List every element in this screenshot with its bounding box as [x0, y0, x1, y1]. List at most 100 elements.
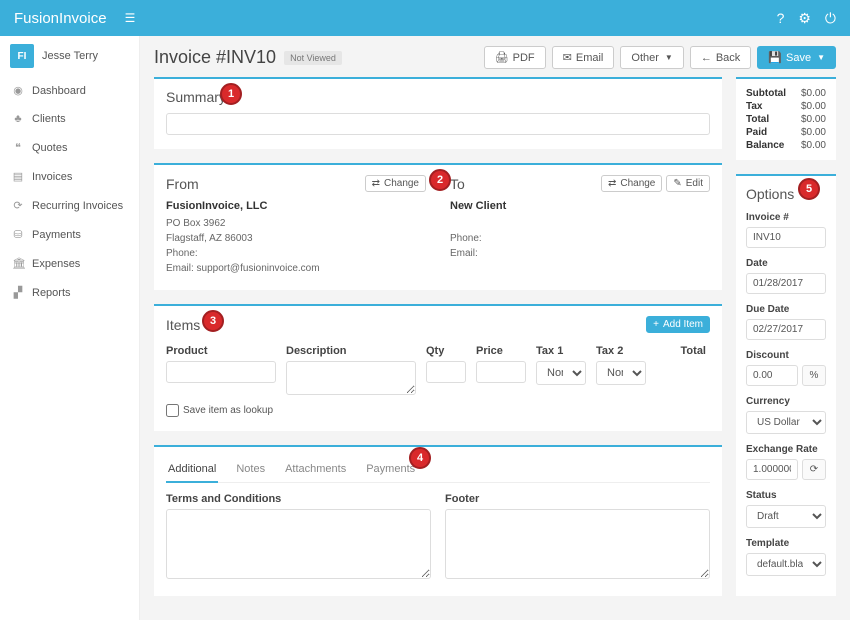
user-block: FI Jesse Terry [0, 36, 139, 76]
summary-title: Summary [166, 89, 226, 105]
sidebar-item[interactable]: ▞ Reports [0, 278, 139, 307]
sidebar-item[interactable]: 🏛 Expenses [0, 249, 139, 278]
plus-icon: + [653, 319, 659, 330]
save-button[interactable]: 💾Save▼ [757, 46, 836, 69]
col-product: Product [166, 345, 276, 357]
percent-label: % [802, 365, 826, 386]
to-edit-button[interactable]: ✎ Edit [666, 175, 710, 192]
currency-select[interactable]: US Dollar [746, 411, 826, 434]
nav-label: Recurring Invoices [32, 200, 123, 212]
nav-label: Reports [32, 287, 71, 299]
tab-payments[interactable]: Payments [364, 457, 417, 482]
nav-icon: ❝ [12, 141, 24, 154]
date-input[interactable] [746, 273, 826, 294]
power-icon[interactable]: ⏻ [825, 10, 836, 27]
from-line2: Flagstaff, AZ 86003 [166, 231, 426, 246]
to-email: Email: [450, 246, 710, 261]
other-button[interactable]: Other▼ [620, 46, 683, 69]
save-lookup-checkbox[interactable] [166, 404, 179, 417]
print-icon: 🖨 [495, 51, 509, 64]
from-line1: PO Box 3962 [166, 216, 426, 231]
from-phone: Phone: [166, 246, 426, 261]
gear-icon[interactable]: ⚙ [798, 10, 811, 27]
nav-label: Invoices [32, 171, 72, 183]
chevron-down-icon: ▼ [665, 53, 673, 62]
tab-notes[interactable]: Notes [234, 457, 267, 482]
tab-attachments[interactable]: Attachments [283, 457, 348, 482]
nav-label: Dashboard [32, 85, 86, 97]
discount-input[interactable] [746, 365, 798, 386]
col-tax1: Tax 1 [536, 345, 586, 357]
summary-input[interactable] [166, 113, 710, 135]
menu-toggle-icon[interactable]: ☰ [125, 11, 136, 25]
sidebar: FI Jesse Terry ◉Dashboard♣Clients ❝ Quotes… [0, 36, 140, 620]
col-total: Total [656, 345, 706, 357]
avatar: FI [10, 44, 34, 68]
fromto-panel: From ⇄ Change FusionInvoice, LLC PO Box … [154, 163, 722, 290]
item-tax2-select[interactable]: None [596, 361, 646, 385]
from-change-button[interactable]: ⇄ Change [365, 175, 426, 192]
nav-icon: ⛁ [12, 228, 24, 241]
sidebar-item[interactable]: ▤ Invoices [0, 162, 139, 191]
sidebar-item[interactable]: ❝ Quotes [0, 133, 139, 162]
sidebar-item[interactable]: ◉Dashboard [0, 76, 139, 105]
items-panel: Items + Add Item Product Description Qty… [154, 304, 722, 431]
terms-input[interactable] [166, 509, 431, 579]
invoice-no-input[interactable] [746, 227, 826, 248]
from-email: Email: support@fusioninvoice.com [166, 261, 426, 276]
help-icon[interactable]: ? [777, 10, 785, 27]
nav-icon: ♣ [12, 113, 24, 125]
footer-label: Footer [445, 493, 710, 505]
mail-icon: ✉ [563, 51, 572, 64]
item-tax1-select[interactable]: None [536, 361, 586, 385]
page-title: Invoice #INV10 [154, 47, 276, 68]
footer-input[interactable] [445, 509, 710, 579]
email-button[interactable]: ✉Email [552, 46, 615, 69]
nav-icon: ⟳ [12, 199, 24, 212]
from-name: FusionInvoice, LLC [166, 200, 426, 212]
sidebar-item[interactable]: ♣Clients [0, 105, 139, 133]
brand: FusionInvoice [14, 10, 107, 27]
pdf-button[interactable]: 🖨PDF [484, 46, 546, 69]
terms-label: Terms and Conditions [166, 493, 431, 505]
chevron-down-icon: ▼ [817, 53, 825, 62]
save-icon: 💾 [768, 51, 782, 64]
item-desc-input[interactable] [286, 361, 416, 395]
exchange-icon: ⇄ [608, 178, 616, 189]
rate-input[interactable] [746, 459, 798, 480]
status-badge: Not Viewed [284, 51, 342, 65]
tabs-panel: Additional Notes Attachments Payments Te… [154, 445, 722, 596]
to-phone: Phone: [450, 231, 710, 246]
sidebar-item[interactable]: ⟳ Recurring Invoices [0, 191, 139, 220]
save-lookup-label: Save item as lookup [183, 405, 273, 416]
topbar: FusionInvoice ☰ ? ⚙ ⏻ [0, 0, 850, 36]
refresh-icon[interactable]: ⟳ [802, 459, 826, 480]
nav-icon: ▞ [12, 286, 24, 299]
col-qty: Qty [426, 345, 466, 357]
options-title: Options [746, 186, 794, 202]
user-name: Jesse Terry [42, 50, 98, 62]
nav-label: Quotes [32, 142, 67, 154]
item-product-input[interactable] [166, 361, 276, 383]
nav-label: Expenses [32, 258, 80, 270]
sidebar-item[interactable]: ⛁Payments [0, 220, 139, 249]
due-date-input[interactable] [746, 319, 826, 340]
nav-icon: 🏛 [12, 257, 24, 270]
back-button[interactable]: ←Back [690, 46, 751, 69]
tab-additional[interactable]: Additional [166, 457, 218, 483]
item-qty-input[interactable] [426, 361, 466, 383]
col-desc: Description [286, 345, 416, 357]
nav-icon: ▤ [12, 170, 24, 183]
col-tax2: Tax 2 [596, 345, 646, 357]
to-title: To [450, 176, 465, 192]
add-item-button[interactable]: + Add Item [646, 316, 710, 333]
items-title: Items [166, 317, 200, 333]
pencil-icon: ✎ [673, 178, 681, 189]
options-panel: Options Invoice # Date Due Date Discount… [736, 174, 836, 596]
totals-panel: Subtotal$0.00 Tax$0.00 Total$0.00 Paid$0… [736, 77, 836, 160]
status-select[interactable]: Draft [746, 505, 826, 528]
item-price-input[interactable] [476, 361, 526, 383]
template-select[interactable]: default.blade.php [746, 553, 826, 576]
to-change-button[interactable]: ⇄ Change [601, 175, 662, 192]
arrow-left-icon: ← [701, 52, 712, 64]
